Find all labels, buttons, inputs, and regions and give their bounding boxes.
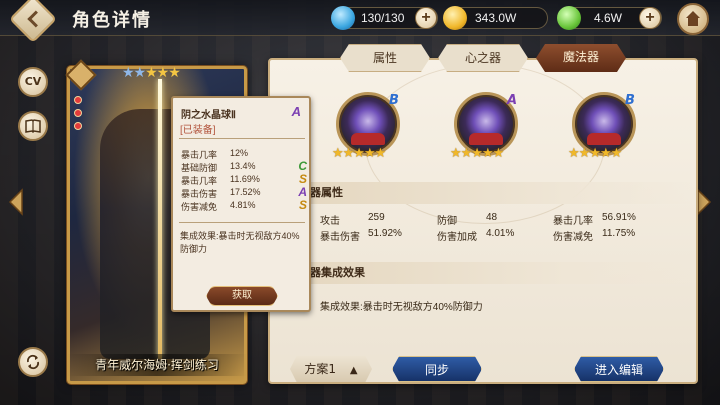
stamina-resource: 130/130 + [331, 6, 438, 30]
gem-resource: 4.6W + [557, 6, 662, 30]
dropdown-arrow-icon: ▲ [349, 365, 358, 376]
cv-button[interactable]: CV [18, 67, 48, 97]
previous-character-arrow[interactable] [6, 188, 26, 216]
rotate-icon [26, 354, 40, 370]
stat-value: 4.01% [486, 228, 515, 239]
page-title: 角色详情 [72, 10, 152, 31]
stat-label: 伤害加成 [437, 232, 477, 243]
crystal-ball-stand-icon [587, 133, 621, 145]
rotate-view-button[interactable] [18, 347, 48, 377]
stat-label: 暴击伤害 [320, 232, 360, 243]
tab-magic-artifact[interactable]: 魔法器 [536, 44, 626, 72]
stat-value: 48 [486, 212, 498, 223]
stat-value: 56.91% [602, 212, 636, 223]
add-gem-button[interactable]: + [639, 7, 661, 29]
crystal-ball-stand-icon [351, 133, 385, 145]
tooltip-stat-row: 暴击伤害 17.52% A [181, 185, 307, 199]
stat-value: 259 [368, 212, 385, 223]
tooltip-equipped-status: [已装备] [180, 125, 216, 136]
top-bar: 角色详情 130/130 + 343.0W 4.6W + [0, 0, 720, 44]
tooltip-stat-row: 暴击几率 12% [181, 148, 249, 160]
add-stamina-button[interactable]: + [415, 7, 437, 29]
gold-value: 343.0W [475, 11, 517, 25]
acquire-button[interactable]: 获取 [206, 286, 278, 306]
stat-value: 11.75% [602, 228, 636, 239]
artifact-tooltip: 阴之水晶球Ⅱ A [已装备] 暴击几率 12% 基础防御 13.4% C 暴击几… [171, 96, 311, 312]
gold-coin-icon [443, 6, 467, 30]
artifact-2-stars: ★★★★★ [450, 146, 504, 161]
tooltip-set-effect: 集成效果:暴击时无视敌方40%防御力 [180, 231, 300, 254]
home-button[interactable] [677, 3, 709, 35]
set-effect-heading: 魔法器集成效果 [276, 262, 692, 284]
enter-edit-button[interactable]: 进入编辑 [574, 356, 664, 382]
plan-selector[interactable]: 方案1 ▲ [290, 356, 372, 382]
back-arrow-icon [27, 10, 45, 28]
tooltip-item-name: 阴之水晶球Ⅱ [181, 110, 236, 121]
crystal-ball-stand-icon [469, 133, 503, 145]
sword-illustration [158, 79, 162, 359]
artifact-1-grade: B [389, 93, 399, 108]
sync-button[interactable]: 同步 [392, 356, 482, 382]
tab-heart-vessel[interactable]: 心之器 [438, 44, 528, 72]
stamina-value: 130/130 [361, 11, 405, 25]
profile-book-button[interactable] [18, 111, 48, 141]
character-name: 青年威尔海姆·挥剑练习 [67, 354, 247, 376]
tooltip-stat-row: 基础防御 13.4% C [181, 159, 307, 173]
skill-gem-icon [74, 109, 82, 117]
artifact-3-stars: ★★★★★ [568, 146, 622, 161]
home-icon [688, 18, 698, 26]
artifact-1-stars: ★★★★★ [332, 146, 386, 161]
stat-label: 暴击几率 [553, 216, 593, 227]
artifact-panel: B ★★★★★ A ★★★★★ B ★★★★★ 魔法器属性 攻击 259 防御 … [268, 58, 698, 384]
book-icon [25, 119, 41, 134]
gem-value: 4.6W [594, 11, 623, 25]
water-drop-icon [331, 6, 355, 30]
tooltip-stat-row: 暴击几率 11.69% S [181, 172, 307, 186]
artifact-3-grade: B [625, 93, 635, 108]
artifact-2-grade: A [507, 93, 518, 108]
plan-label: 方案1 [304, 362, 337, 376]
divider [179, 138, 305, 139]
home-roof-icon [686, 11, 700, 18]
skill-gem-icon [74, 122, 82, 130]
tooltip-stat-row: 伤害减免 4.81% S [181, 198, 307, 212]
tooltip-grade: A [291, 104, 301, 119]
divider [179, 222, 305, 223]
tab-attributes[interactable]: 属性 [340, 44, 430, 72]
green-leaf-gem-icon [557, 6, 581, 30]
stat-label: 伤害减免 [553, 232, 593, 243]
stat-value: 51.92% [368, 228, 402, 239]
rarity-stars: ★★★★★ [122, 65, 181, 81]
stat-label: 防御 [437, 216, 457, 227]
gold-resource: 343.0W [443, 6, 548, 30]
stat-label: 攻击 [320, 216, 340, 227]
skill-gem-icon [74, 96, 82, 104]
artifact-attributes-heading: 魔法器属性 [276, 182, 692, 204]
set-effect-text: 集成效果:暴击时无视敌方40%防御力 [320, 302, 483, 313]
